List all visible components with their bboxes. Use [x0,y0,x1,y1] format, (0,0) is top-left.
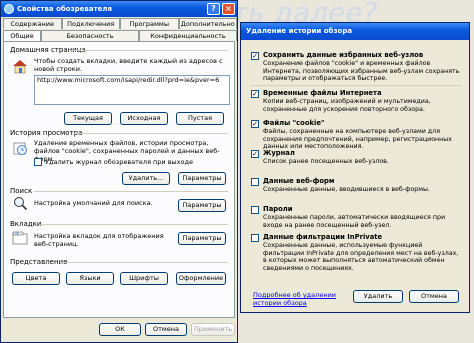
option-description: Список ранее посещенных веб-узлов. [263,158,389,165]
temp-files-checkbox[interactable]: ✓ [251,90,259,98]
tab-content[interactable]: Содержание [3,18,62,29]
history-settings-button[interactable]: Параметры [178,172,226,185]
tab-connections[interactable]: Подключения [61,18,120,29]
general-panel: Домашняя страница Чтобы создать вкладки,… [3,41,235,318]
option-title: Пароли [263,205,293,213]
tab-privacy[interactable]: Конфиденциальность [139,30,237,41]
use-default-button[interactable]: Исходная [120,112,168,125]
form-data-checkbox[interactable] [251,178,259,186]
help-icon[interactable]: ? [207,3,220,15]
fonts-button[interactable]: Шрифты [120,272,168,285]
option-description: Сохраненные пароли, автоматически вводящ… [263,214,446,229]
home-url-field[interactable]: http://www.microsoft.com/isapi/redir.dll… [34,75,230,105]
delete-history-dialog: Удаление истории обзора ✓ Сохранить данн… [240,22,470,313]
cookies-checkbox[interactable]: ✓ [251,120,259,128]
option-title: Сохранить данные избранных веб-узлов [263,51,424,59]
inprivate-checkbox[interactable] [251,234,259,242]
learn-more-link[interactable]: Подробнее об удалении истории обзора [253,291,343,307]
option-description: Файлы, сохраненные на компьютере веб-узл… [263,128,452,150]
tabs-section-header: Вкладки [10,220,42,228]
search-settings-button[interactable]: Параметры [178,199,226,212]
option-description: Сохраненные данные, используемые функцие… [263,242,459,272]
history-delete-button[interactable]: Удалить... [122,172,170,185]
option-description: Копии веб-страниц, изображений и мультим… [263,98,431,113]
preserve-favorites-checkbox[interactable]: ✓ [251,52,259,60]
tab-advanced[interactable]: Дополнительно [178,18,237,29]
use-current-button[interactable]: Текущая [64,112,112,125]
home-icon [13,60,27,74]
search-icon [14,197,28,211]
option-title: Временные файлы Интернета [263,89,382,97]
ok-button[interactable]: ОК [99,323,141,336]
search-section-header: Поиск [10,187,33,195]
cancel-button[interactable]: Отмена [145,323,187,336]
tab-security[interactable]: Безопасность [41,30,139,41]
dialog-delete-button[interactable]: Удалить [353,290,403,303]
option-title: Данные веб-форм [263,177,335,185]
option-title: Журнал [263,149,295,157]
dialog-title: Удаление истории обзора [246,27,353,35]
window-title: Свойства обозревателя [17,5,112,13]
passwords-checkbox[interactable] [251,206,259,214]
delete-on-exit-checkbox[interactable] [34,158,42,166]
tab-programs[interactable]: Программы [120,18,179,29]
colors-button[interactable]: Цвета [12,272,60,285]
history-checkbox[interactable]: ✓ [251,150,259,158]
ie-app-icon [4,4,14,14]
apply-button[interactable]: Применить [191,323,235,336]
use-blank-button[interactable]: Пустая [176,112,224,125]
tabs-description: Настройка вкладок для отображения веб-ст… [34,232,164,248]
dialog-cancel-button[interactable]: Отмена [409,290,459,303]
close-icon[interactable]: × [222,3,235,15]
history-icon [13,142,27,155]
option-description: Сохранение файлов "cookie" и временных ф… [263,60,460,82]
home-description: Чтобы создать вкладки, введите каждый из… [34,57,223,73]
accessibility-button[interactable]: Оформление [176,272,226,285]
internet-options-window: Свойства обозревателя ? × Содержание Под… [0,0,238,343]
tab-strip: Содержание Подключения Программы Дополни… [3,18,237,41]
option-title: Данные фильтрации InPrivate [263,233,383,241]
dialog-title-bar: Удаление истории обзора [241,23,469,40]
delete-on-exit-label: Удалить журнал обозревателя при выходе [45,158,194,166]
option-description: Сохраненные данные, вводившиеся в веб-фо… [263,186,431,193]
option-title: Файлы "cookie" [263,119,325,127]
search-description: Настройка умолчаний для поиска. [34,199,153,207]
tabs-icon [12,231,28,245]
languages-button[interactable]: Языки [66,272,114,285]
appearance-section-header: Представление [10,258,68,266]
tab-general[interactable]: Общие [3,30,41,41]
tabs-settings-button[interactable]: Параметры [178,232,226,245]
title-bar: Свойства обозревателя ? × [1,1,237,17]
